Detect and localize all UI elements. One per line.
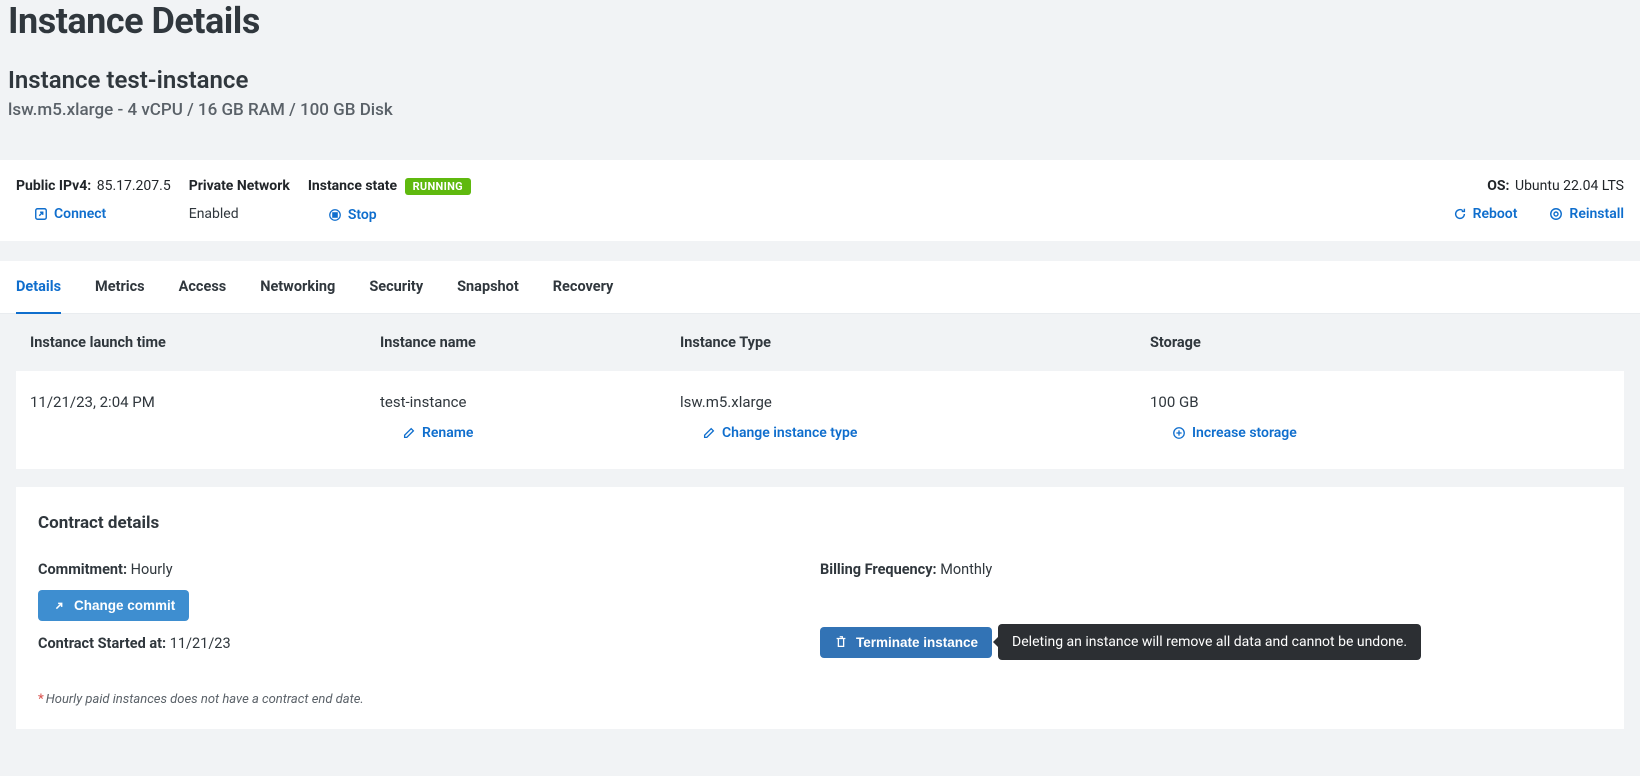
instance-type-value: lsw.m5.xlarge — [680, 393, 1150, 411]
status-badge-running: RUNNING — [405, 178, 471, 195]
private-network-value: Enabled — [189, 206, 290, 222]
instance-name-value: test-instance — [380, 393, 680, 411]
tabs-bar: Details Metrics Access Networking Securi… — [0, 261, 1640, 314]
reboot-label: Reboot — [1473, 206, 1518, 222]
stop-button[interactable]: Stop — [308, 207, 471, 223]
tab-security[interactable]: Security — [369, 261, 423, 314]
col-launch-time: Instance launch time — [30, 334, 380, 351]
details-table: Instance launch time Instance name Insta… — [0, 314, 1640, 469]
edit-icon — [702, 426, 716, 440]
page-title: Instance Details — [8, 0, 1632, 42]
increase-storage-label: Increase storage — [1192, 425, 1297, 441]
private-network-label: Private Network — [189, 178, 290, 194]
storage-value: 100 GB — [1150, 393, 1608, 411]
instance-spec: lsw.m5.xlarge - 4 vCPU / 16 GB RAM / 100… — [8, 100, 1632, 120]
tab-metrics[interactable]: Metrics — [95, 261, 145, 314]
col-storage: Storage — [1150, 334, 1624, 351]
edit-icon — [402, 426, 416, 440]
launch-time-value: 11/21/23, 2:04 PM — [30, 393, 380, 411]
change-instance-type-label: Change instance type — [722, 425, 857, 441]
instance-state-label: Instance state — [308, 178, 397, 194]
connect-label: Connect — [54, 206, 106, 222]
tab-details[interactable]: Details — [16, 261, 61, 314]
trash-icon — [834, 635, 848, 649]
billing-frequency-value: Monthly — [940, 561, 992, 578]
billing-frequency-label: Billing Frequency: — [820, 561, 937, 578]
commitment-value: Hourly — [131, 561, 173, 578]
rename-button[interactable]: Rename — [380, 425, 680, 441]
table-row: 11/21/23, 2:04 PM test-instance Rename l… — [16, 371, 1624, 469]
stop-icon — [328, 208, 342, 222]
connect-button[interactable]: Connect — [16, 206, 171, 222]
reinstall-button[interactable]: Reinstall — [1549, 206, 1624, 222]
os-value: Ubuntu 22.04 LTS — [1515, 178, 1624, 194]
terminate-instance-label: Terminate instance — [856, 635, 978, 650]
tab-recovery[interactable]: Recovery — [553, 261, 614, 314]
arrow-up-right-icon — [52, 599, 66, 613]
change-commit-label: Change commit — [74, 598, 175, 613]
tab-access[interactable]: Access — [179, 261, 227, 314]
stop-label: Stop — [348, 207, 377, 223]
contract-title: Contract details — [38, 513, 1602, 533]
tab-networking[interactable]: Networking — [260, 261, 335, 314]
public-ipv4-value: 85.17.207.5 — [97, 178, 171, 194]
terminate-tooltip: Deleting an instance will remove all dat… — [998, 624, 1421, 660]
status-bar: Public IPv4: 85.17.207.5 Connect Private… — [0, 160, 1640, 241]
tab-snapshot[interactable]: Snapshot — [457, 261, 519, 314]
contract-footnote: *Hourly paid instances does not have a c… — [38, 692, 1602, 707]
contract-card: Contract details Commitment: Hourly Chan… — [16, 487, 1624, 729]
reboot-button[interactable]: Reboot — [1453, 206, 1518, 222]
contract-started-label: Contract Started at: — [38, 635, 166, 652]
reboot-icon — [1453, 207, 1467, 221]
col-instance-name: Instance name — [380, 334, 680, 351]
reinstall-label: Reinstall — [1569, 206, 1624, 222]
terminate-instance-button[interactable]: Terminate instance — [820, 627, 992, 658]
arrow-up-right-icon — [34, 207, 48, 221]
change-commit-button[interactable]: Change commit — [38, 590, 189, 621]
commitment-label: Commitment: — [38, 561, 127, 578]
instance-name-heading: Instance test-instance — [8, 66, 1632, 94]
col-instance-type: Instance Type — [680, 334, 1150, 351]
rename-label: Rename — [422, 425, 473, 441]
increase-storage-button[interactable]: Increase storage — [1150, 425, 1608, 441]
public-ipv4-label: Public IPv4: — [16, 178, 91, 194]
os-label: OS: — [1487, 178, 1509, 194]
contract-started-value: 11/21/23 — [170, 635, 231, 652]
plus-circle-icon — [1172, 426, 1186, 440]
reinstall-icon — [1549, 207, 1563, 221]
change-instance-type-button[interactable]: Change instance type — [680, 425, 1150, 441]
